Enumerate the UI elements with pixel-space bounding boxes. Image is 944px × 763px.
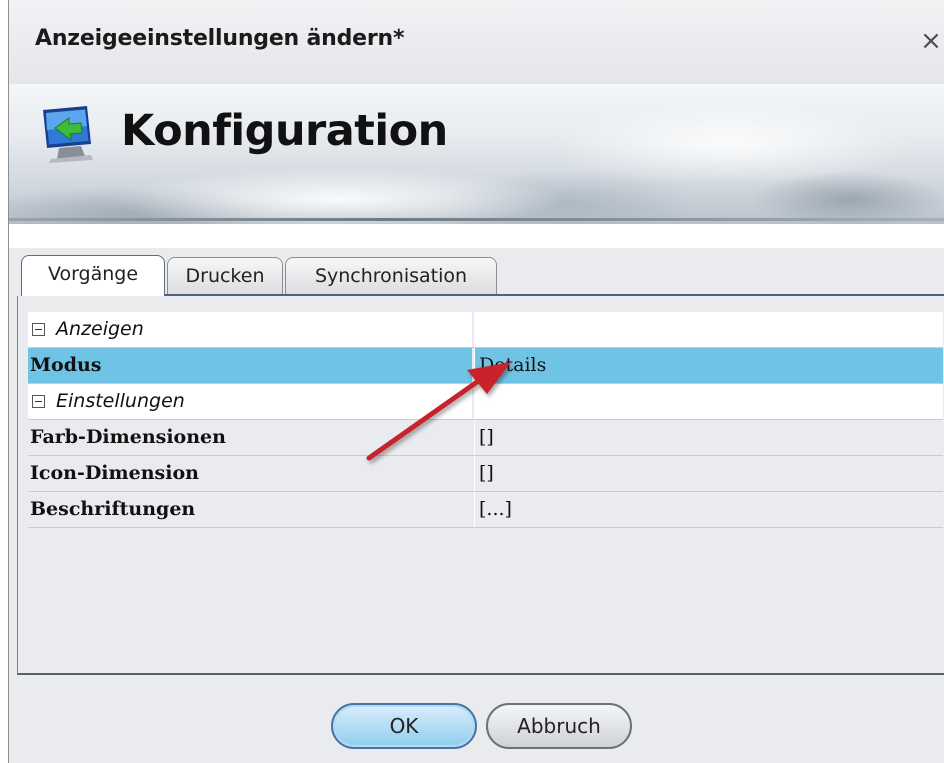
- category-row-anzeigen[interactable]: Anzeigen: [28, 312, 943, 348]
- title-bar: Anzeigeeinstellungen ändern* ×: [9, 0, 944, 84]
- property-row-farb-dimensionen[interactable]: Farb-Dimensionen []: [28, 420, 943, 456]
- property-value[interactable]: [...]: [479, 498, 512, 520]
- category-label: Einstellungen: [56, 390, 185, 412]
- property-name: Modus: [30, 354, 102, 376]
- tab-vorgaenge[interactable]: Vorgänge: [21, 255, 165, 296]
- collapse-icon[interactable]: [32, 395, 45, 408]
- property-row-modus[interactable]: Modus Details: [28, 348, 943, 384]
- property-name: Farb-Dimensionen: [30, 426, 226, 448]
- cancel-button[interactable]: Abbruch: [486, 703, 632, 749]
- property-value[interactable]: []: [479, 462, 494, 484]
- ok-button[interactable]: OK: [331, 703, 477, 749]
- property-name: Icon-Dimension: [30, 462, 199, 484]
- window-title: Anzeigeeinstellungen ändern*: [35, 26, 405, 51]
- header-banner: Konfiguration: [9, 84, 944, 224]
- property-grid: Anzeigen Modus Details Einstellungen Far…: [17, 296, 944, 675]
- property-value[interactable]: []: [479, 426, 494, 448]
- property-row-icon-dimension[interactable]: Icon-Dimension []: [28, 456, 943, 492]
- category-label: Anzeigen: [56, 318, 144, 340]
- property-name: Beschriftungen: [30, 498, 196, 520]
- banner-title: Konfiguration: [121, 106, 448, 156]
- close-button[interactable]: ×: [917, 26, 944, 56]
- monitor-back-arrow-icon: [43, 106, 93, 163]
- tab-drucken[interactable]: Drucken: [167, 257, 283, 294]
- category-row-einstellungen[interactable]: Einstellungen: [28, 384, 943, 420]
- content-area: [9, 224, 944, 248]
- property-value[interactable]: Details: [479, 354, 546, 376]
- banner-divider: [9, 218, 944, 221]
- collapse-icon[interactable]: [32, 323, 45, 336]
- settings-dialog: Anzeigeeinstellungen ändern* × Konfigura…: [8, 0, 944, 763]
- property-row-beschriftungen[interactable]: Beschriftungen [...]: [28, 492, 943, 528]
- tab-synchronisation[interactable]: Synchronisation: [285, 257, 497, 294]
